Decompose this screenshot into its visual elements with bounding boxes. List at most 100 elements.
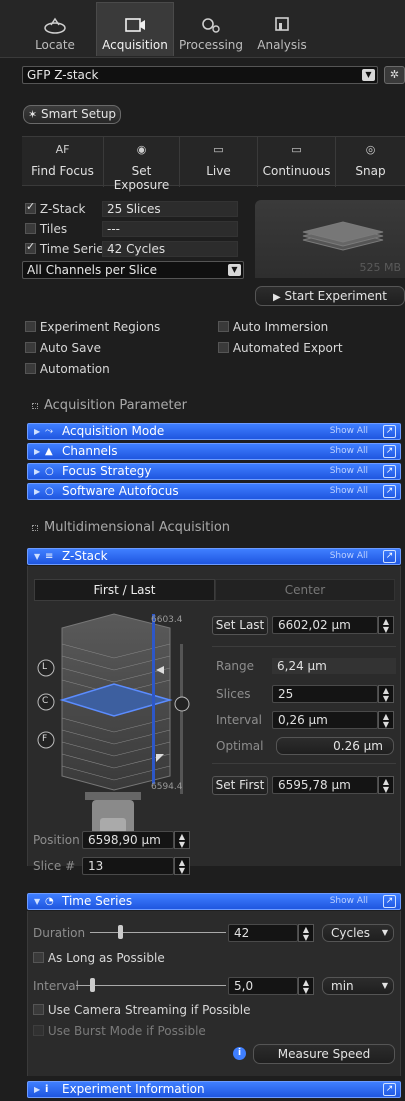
time-series-checkbox[interactable] — [25, 240, 36, 254]
slice-number-input[interactable]: 13 — [82, 857, 174, 875]
marker-center[interactable]: C — [42, 696, 48, 706]
dimension-tiles[interactable]: Tiles — [25, 222, 67, 236]
smart-setup-button[interactable]: ✶ Smart Setup — [23, 105, 121, 124]
show-all-toggle[interactable]: Show All — [330, 484, 368, 499]
tab-analysis[interactable]: Analysis — [250, 2, 314, 56]
channels-bar[interactable]: ▶ ▲ Channels Show All ↗ — [27, 443, 401, 460]
dimension-zstack[interactable]: Z-Stack — [25, 200, 86, 216]
camera-streaming-checkbox[interactable] — [33, 1004, 44, 1015]
camera-streaming-option[interactable]: Use Camera Streaming if Possible — [33, 1003, 250, 1017]
slices-stepper[interactable]: ▲ ▼ — [378, 685, 394, 703]
show-all-toggle[interactable]: Show All — [330, 424, 368, 439]
set-exposure-button[interactable]: ◉ Set Exposure — [104, 137, 180, 192]
duration-input[interactable]: 42 — [228, 924, 298, 942]
marker-last[interactable]: L — [42, 662, 47, 672]
popout-icon[interactable]: ↗ — [383, 550, 396, 563]
measure-speed-button[interactable]: Measure Speed — [253, 1044, 395, 1064]
time-interval-stepper[interactable]: ▲ ▼ — [298, 977, 314, 995]
duration-slider[interactable] — [90, 932, 226, 933]
software-autofocus-label: Software Autofocus — [62, 484, 179, 498]
popout-icon[interactable]: ↗ — [383, 465, 396, 478]
dimension-time-series[interactable]: Time Series — [25, 240, 110, 256]
as-long-as-possible-checkbox[interactable] — [33, 952, 44, 963]
slices-input[interactable]: 25 — [272, 685, 378, 703]
popout-icon[interactable]: ↗ — [383, 445, 396, 458]
popout-icon[interactable]: ↗ — [383, 1083, 396, 1096]
live-button[interactable]: ▭ Live — [180, 137, 258, 187]
popout-icon[interactable]: ↗ — [383, 485, 396, 498]
acquisition-mode-bar[interactable]: ▶ ⤳ Acquisition Mode Show All ↗ — [27, 423, 401, 440]
tiles-checkbox[interactable] — [25, 223, 36, 234]
set-first-button[interactable]: Set First — [212, 776, 268, 795]
auto-immersion-checkbox[interactable] — [218, 321, 229, 332]
zstack-label: Z-Stack — [39, 202, 86, 216]
experiment-regions-option[interactable]: Experiment Regions — [25, 320, 160, 334]
tab-processing[interactable]: Processing — [176, 2, 246, 56]
experiment-information-bar[interactable]: ▶ i Experiment Information ↗ — [27, 1081, 401, 1098]
tab-locate[interactable]: Locate — [22, 2, 88, 56]
show-all-toggle[interactable]: Show All — [330, 894, 368, 909]
time-interval-input[interactable]: 5,0 — [228, 977, 298, 995]
as-long-as-possible-label: As Long as Possible — [47, 951, 165, 965]
burst-mode-option: Use Burst Mode if Possible — [33, 1024, 206, 1038]
collapse-icon: ▼ — [34, 897, 41, 906]
interval-slider-handle[interactable] — [90, 978, 95, 992]
interval-stepper[interactable]: ▲ ▼ — [378, 711, 394, 729]
automated-export-option[interactable]: Automated Export — [218, 341, 343, 355]
last-position-input[interactable]: 6602,02 µm — [272, 616, 378, 634]
time-series-bar[interactable]: ▼ ◔ Time Series Show All ↗ — [27, 893, 401, 910]
zstack-bar[interactable]: ▼ ≡ Z-Stack Show All ↗ — [27, 548, 401, 565]
automation-checkbox[interactable] — [25, 363, 36, 374]
acquisition-parameter-heading: Acquisition Parameter — [32, 398, 187, 413]
position-stepper[interactable]: ▲ ▼ — [174, 831, 190, 849]
slice-number-stepper[interactable]: ▲ ▼ — [174, 857, 190, 875]
last-position-stepper[interactable]: ▲ ▼ — [378, 616, 394, 634]
start-experiment-button[interactable]: ▶ Start Experiment — [255, 286, 405, 306]
interval-slider[interactable] — [76, 985, 226, 986]
duration-slider-handle[interactable] — [118, 925, 123, 939]
experiment-regions-checkbox[interactable] — [25, 321, 36, 332]
find-focus-button[interactable]: AF Find Focus — [22, 137, 104, 187]
time-series-title: Time Series — [62, 894, 133, 908]
tab-first-last[interactable]: First / Last — [34, 579, 215, 601]
first-position-stepper[interactable]: ▲ ▼ — [378, 776, 394, 794]
show-all-toggle[interactable]: Show All — [330, 464, 368, 479]
interval-input[interactable]: 0,26 µm — [272, 711, 378, 729]
automated-export-checkbox[interactable] — [218, 342, 229, 353]
stack-bottom-value: 6594.4 — [151, 782, 183, 792]
position-input[interactable]: 6598,90 µm — [82, 831, 174, 849]
software-autofocus-bar[interactable]: ▶ ○ Software Autofocus Show All ↗ — [27, 483, 401, 500]
automation-option[interactable]: Automation — [25, 362, 110, 376]
experiment-select[interactable]: GFP Z-stack ▼ — [22, 66, 378, 84]
auto-save-checkbox[interactable] — [25, 342, 36, 353]
tab-center[interactable]: Center — [215, 579, 395, 601]
snap-button[interactable]: ◎ Snap — [336, 137, 405, 187]
start-experiment-label: Start Experiment — [284, 289, 387, 303]
duration-stepper[interactable]: ▲ ▼ — [298, 924, 314, 942]
tab-processing-label: Processing — [178, 38, 244, 52]
tiles-value: --- — [102, 221, 238, 237]
popout-icon[interactable]: ↗ — [383, 895, 396, 908]
auto-immersion-option[interactable]: Auto Immersion — [218, 320, 328, 334]
first-position-input[interactable]: 6595,78 µm — [272, 776, 378, 794]
set-last-button[interactable]: Set Last — [212, 616, 268, 635]
show-all-toggle[interactable]: Show All — [330, 444, 368, 459]
show-all-toggle[interactable]: Show All — [330, 549, 368, 564]
as-long-as-possible-option[interactable]: As Long as Possible — [33, 951, 165, 965]
stack-top-value: 6603.4 — [151, 615, 183, 625]
popout-icon[interactable]: ↗ — [383, 425, 396, 438]
zstack-checkbox[interactable] — [25, 200, 36, 214]
optimal-button[interactable]: 0.26 µm — [276, 737, 394, 755]
duration-unit-select[interactable]: Cycles ▼ — [322, 924, 394, 942]
auto-save-option[interactable]: Auto Save — [25, 341, 101, 355]
interval-unit-select[interactable]: min ▼ — [322, 977, 394, 995]
chevron-down-icon: ▼ — [362, 69, 375, 81]
info-icon[interactable]: i — [233, 1047, 246, 1060]
channel-mode-select[interactable]: All Channels per Slice ▼ — [22, 261, 244, 279]
duration-unit-value: Cycles — [331, 926, 371, 940]
gear-icon[interactable]: ✲ — [384, 66, 405, 84]
continuous-button[interactable]: ▭ Continuous — [258, 137, 336, 187]
marker-first[interactable]: F — [42, 734, 47, 744]
focus-strategy-bar[interactable]: ▶ ○ Focus Strategy Show All ↗ — [27, 463, 401, 480]
tab-acquisition[interactable]: Acquisition — [96, 2, 174, 56]
